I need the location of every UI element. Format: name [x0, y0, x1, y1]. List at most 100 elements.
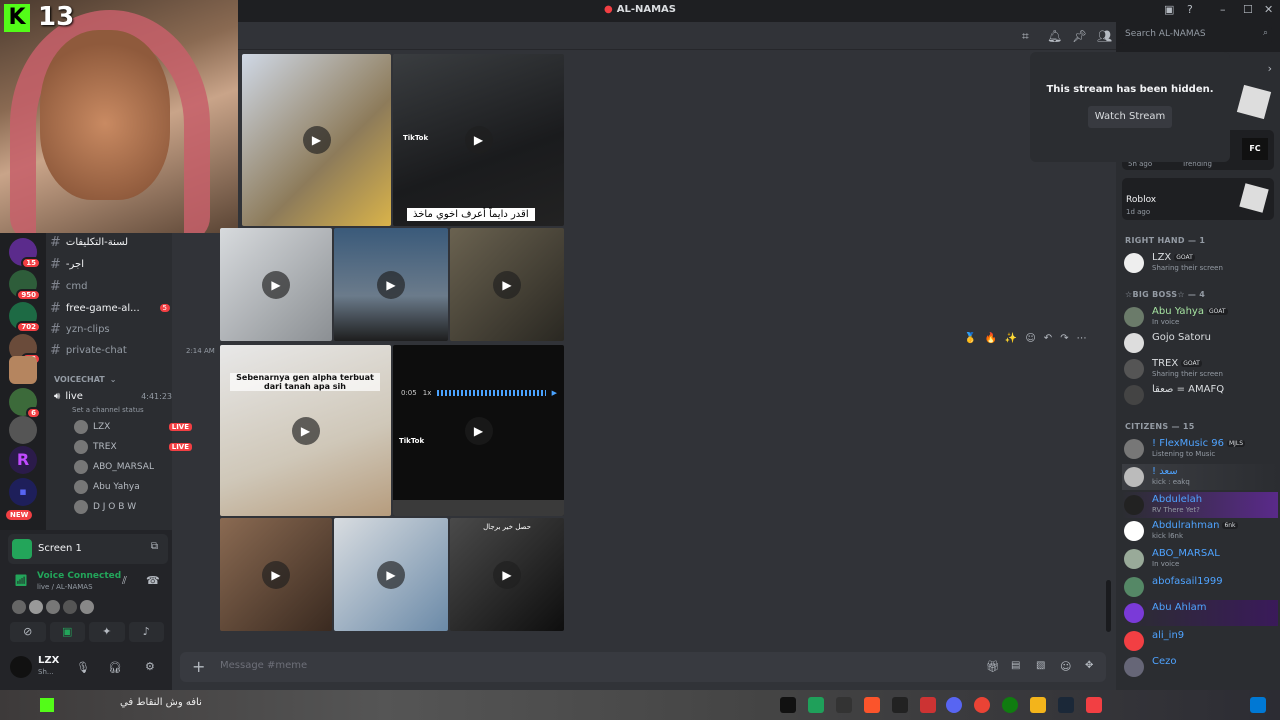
more-icon[interactable]: ⋯ — [1077, 333, 1087, 344]
github-icon[interactable] — [836, 697, 852, 713]
server-icon[interactable]: 702 — [9, 302, 41, 333]
member-item[interactable]: Gojo Satoru — [1122, 330, 1278, 356]
chrome-icon[interactable] — [974, 697, 990, 713]
video-attachment[interactable]: ▶ — [450, 228, 564, 341]
voice-user[interactable]: Abu Yahya — [74, 478, 192, 496]
fire-icon[interactable]: 🔥 — [984, 333, 996, 344]
video-attachment[interactable]: ▶ — [242, 54, 391, 226]
server-icon[interactable]: 950 — [9, 270, 41, 301]
channel-status-prompt[interactable]: Set a channel status — [72, 401, 192, 419]
play-icon[interactable]: ▶ — [377, 560, 405, 589]
video-attachment[interactable]: Sebenarnya gen alpha terbuat dari tanah … — [220, 345, 391, 516]
play-icon[interactable]: ▶ — [464, 126, 493, 154]
disconnect-icon[interactable]: ☎︎ — [146, 574, 160, 587]
plus-icon[interactable]: + — [192, 657, 205, 676]
member-item[interactable]: Abdulrahman 6nk kick l6nk — [1122, 518, 1278, 544]
play-icon[interactable]: ▶ — [262, 270, 290, 299]
voice-user[interactable]: TREX LIVE — [74, 438, 192, 456]
screen-share-icon[interactable]: ▣ — [49, 622, 85, 642]
reply-icon[interactable]: ↶ — [1044, 333, 1052, 344]
camera-off-icon[interactable]: ⊘ — [10, 622, 46, 642]
soundboard-icon[interactable]: ♪ — [128, 622, 164, 642]
member-item[interactable]: Abdulelah RV There Yet? — [1122, 492, 1278, 518]
play-icon[interactable]: ▶ — [377, 270, 405, 299]
watch-stream-button[interactable]: Watch Stream — [1088, 106, 1172, 128]
apps-icon[interactable]: ✥ — [1085, 660, 1093, 671]
voice-user[interactable]: ABO_MARSAL — [74, 458, 192, 476]
play-icon[interactable]: ▶ — [493, 560, 521, 589]
gift-icon[interactable]: 🎁︎ — [986, 660, 1000, 673]
member-item[interactable]: abofasail1999 — [1122, 574, 1278, 600]
noise-suppression-icon[interactable]: ⫽ — [122, 574, 127, 588]
steam-icon[interactable] — [1058, 697, 1074, 713]
channel-item[interactable]: # private-chat — [50, 341, 170, 359]
server-icon[interactable]: R — [9, 446, 37, 474]
members-icon[interactable]: 👥︎ — [1097, 29, 1112, 43]
maximize-button[interactable]: ☐ — [1243, 3, 1253, 16]
video-attachment[interactable]: ▶ — [334, 518, 448, 631]
member-item[interactable]: ! FlexMusic 96 MJLS Listening to Music — [1122, 436, 1278, 462]
video-attachment[interactable]: حصل خير برجال ▶ — [450, 518, 564, 631]
brave-icon[interactable] — [864, 697, 880, 713]
add-reaction-icon[interactable]: ☺ — [1025, 333, 1035, 344]
headphones-icon[interactable]: 🎧︎ — [108, 661, 122, 674]
member-item[interactable]: ABO_MARSAL In voice — [1122, 546, 1278, 572]
server-icon[interactable]: 6 — [9, 388, 41, 419]
help-icon[interactable]: ? — [1187, 3, 1193, 16]
message-composer[interactable]: + Message #meme 🎁︎ ▤ ▧ ☺ ✥ — [180, 652, 1106, 682]
search-input[interactable]: Search AL-NAMAS ⌕ — [1120, 26, 1272, 44]
member-item[interactable]: ali_in9 — [1122, 628, 1278, 654]
message-input[interactable]: Message #meme — [220, 660, 307, 671]
video-attachment[interactable]: ▶ TikTok — [393, 54, 564, 226]
app-icon[interactable] — [892, 697, 908, 713]
tiktok-icon[interactable] — [780, 697, 796, 713]
play-icon[interactable]: ▶ — [493, 270, 521, 299]
app-icon[interactable] — [808, 697, 824, 713]
close-button[interactable]: ✕ — [1264, 3, 1273, 16]
member-item[interactable]: TREX GOAT Sharing their screen — [1122, 356, 1278, 382]
voice-user[interactable]: D J O B W — [74, 498, 192, 516]
mic-icon[interactable]: 🎙︎ — [76, 661, 90, 674]
play-icon[interactable]: ▶ — [302, 126, 331, 154]
channel-item[interactable]: # -اجر — [50, 255, 170, 273]
server-icon[interactable] — [9, 356, 37, 384]
member-item[interactable]: Abu Ahlam — [1122, 600, 1278, 626]
chevron-right-icon[interactable]: › — [1268, 62, 1272, 75]
activities-icon[interactable]: ✦ — [89, 622, 125, 642]
channel-item[interactable]: # لسنة-التكليفات — [50, 233, 170, 251]
inbox-icon[interactable]: ▣ — [1164, 3, 1174, 16]
scrollbar[interactable] — [1106, 580, 1111, 632]
app-icon[interactable] — [1086, 697, 1102, 713]
member-item[interactable]: ! سعد kick : eakq — [1122, 464, 1278, 490]
threads-icon[interactable]: ⌗ — [1022, 29, 1029, 44]
medal-icon[interactable]: 🥇 — [964, 333, 976, 344]
sparkle-icon[interactable]: ✨ — [1005, 333, 1017, 344]
video-attachment[interactable]: 0:05 1x ▶ ▶ TikTok — [393, 345, 564, 516]
server-icon[interactable] — [9, 416, 37, 444]
channel-item[interactable]: # cmd — [50, 277, 170, 295]
member-item[interactable]: صعقا = AMAFQ — [1122, 382, 1278, 408]
sticker-icon[interactable]: ▧ — [1036, 660, 1045, 671]
video-attachment[interactable]: ▶ — [220, 518, 332, 631]
bell-icon[interactable]: 🔔︎ — [1047, 29, 1062, 43]
popout-icon[interactable]: ⧉ — [151, 541, 158, 552]
play-icon[interactable]: ▶ — [291, 416, 320, 445]
channel-item[interactable]: # free-game-al... 5 — [50, 299, 170, 317]
folder-icon[interactable]: ▪ — [9, 478, 37, 506]
video-attachment[interactable]: ▶ — [220, 228, 332, 341]
server-icon[interactable]: 15 — [9, 238, 41, 269]
emoji-icon[interactable]: ☺ — [1060, 660, 1071, 673]
minimize-button[interactable]: – — [1220, 3, 1226, 16]
gif-icon[interactable]: ▤ — [1011, 660, 1020, 671]
forward-icon[interactable]: ↷ — [1060, 333, 1068, 344]
pin-icon[interactable]: 📌︎ — [1072, 29, 1087, 43]
member-item[interactable]: Abu Yahya GOAT In voice — [1122, 304, 1278, 330]
activity-card[interactable]: Roblox 1d ago — [1122, 178, 1274, 220]
channel-item[interactable]: # yzn-clips — [50, 320, 170, 338]
member-item[interactable]: LZX GOAT Sharing their screen — [1122, 250, 1278, 276]
screen-share-card[interactable]: Screen 1 ⧉ — [8, 534, 168, 564]
category-voicechat[interactable]: VOICECHAT ⌄ — [54, 370, 174, 388]
app-icon[interactable] — [920, 697, 936, 713]
avatar[interactable] — [10, 656, 32, 678]
discord-icon[interactable] — [946, 697, 962, 713]
